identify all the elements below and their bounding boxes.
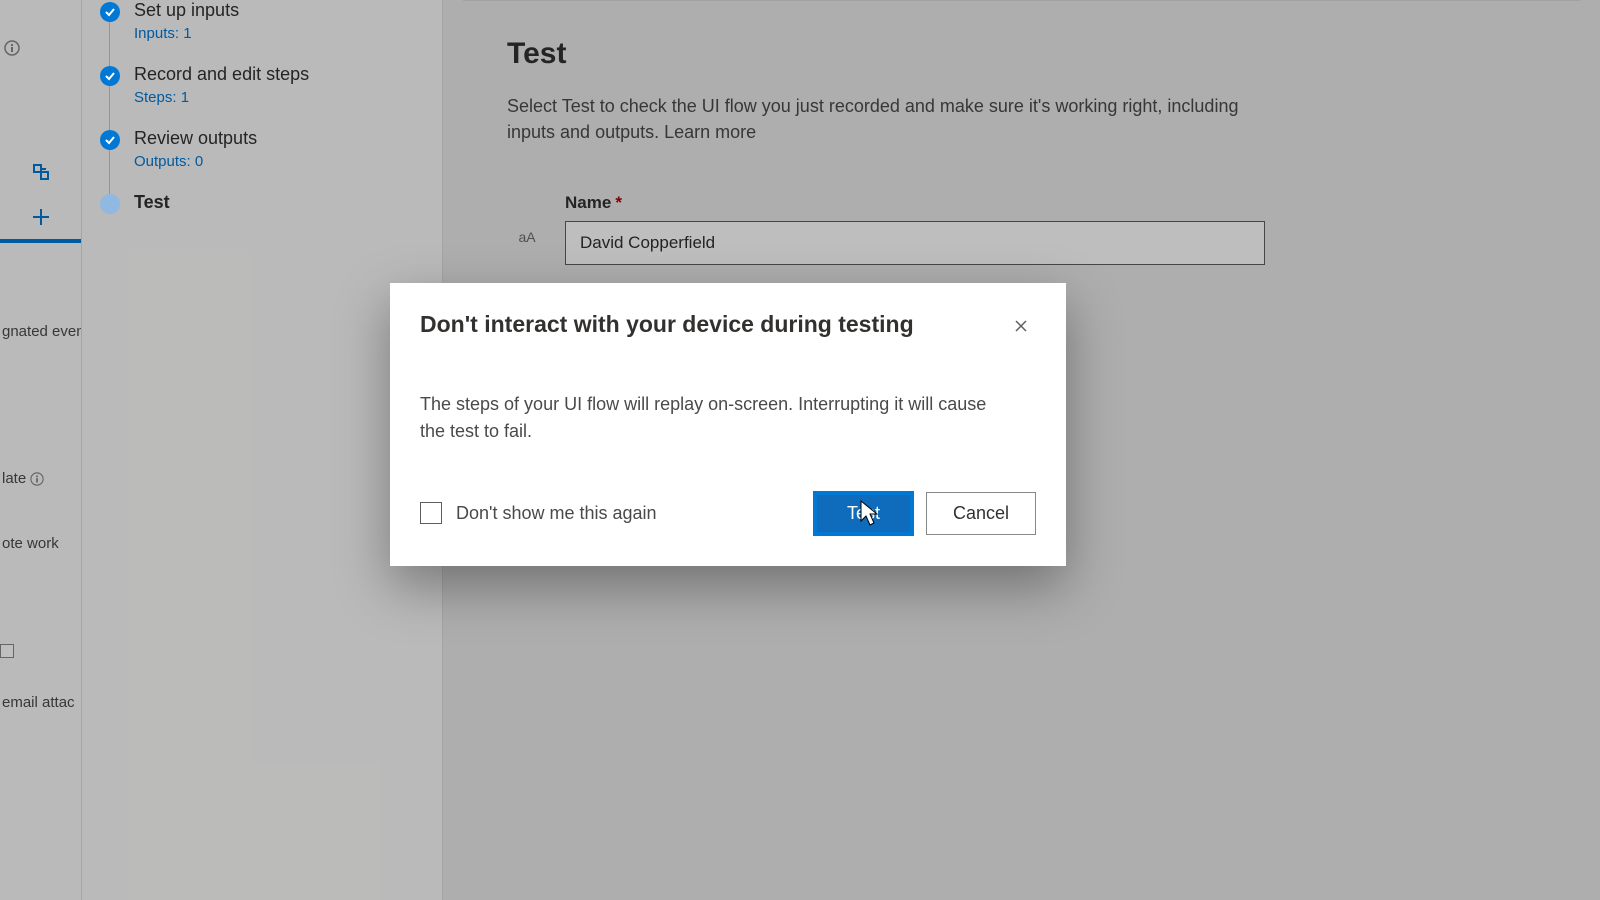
- cancel-button[interactable]: Cancel: [926, 492, 1036, 535]
- modal-overlay: Don't interact with your device during t…: [0, 0, 1600, 900]
- test-button[interactable]: Test: [813, 491, 914, 536]
- close-button[interactable]: [1006, 311, 1036, 341]
- check-icon: [100, 66, 120, 86]
- check-icon: [100, 2, 120, 22]
- check-icon: [100, 130, 120, 150]
- dont-show-label: Don't show me this again: [456, 503, 657, 524]
- dialog-test-warning: Don't interact with your device during t…: [390, 283, 1066, 566]
- dont-show-again[interactable]: Don't show me this again: [420, 502, 657, 524]
- dialog-title: Don't interact with your device during t…: [420, 311, 914, 338]
- close-icon: [1013, 318, 1029, 334]
- dialog-body: The steps of your UI flow will replay on…: [390, 341, 1020, 455]
- checkbox-icon[interactable]: [420, 502, 442, 524]
- current-step-icon: [100, 194, 120, 214]
